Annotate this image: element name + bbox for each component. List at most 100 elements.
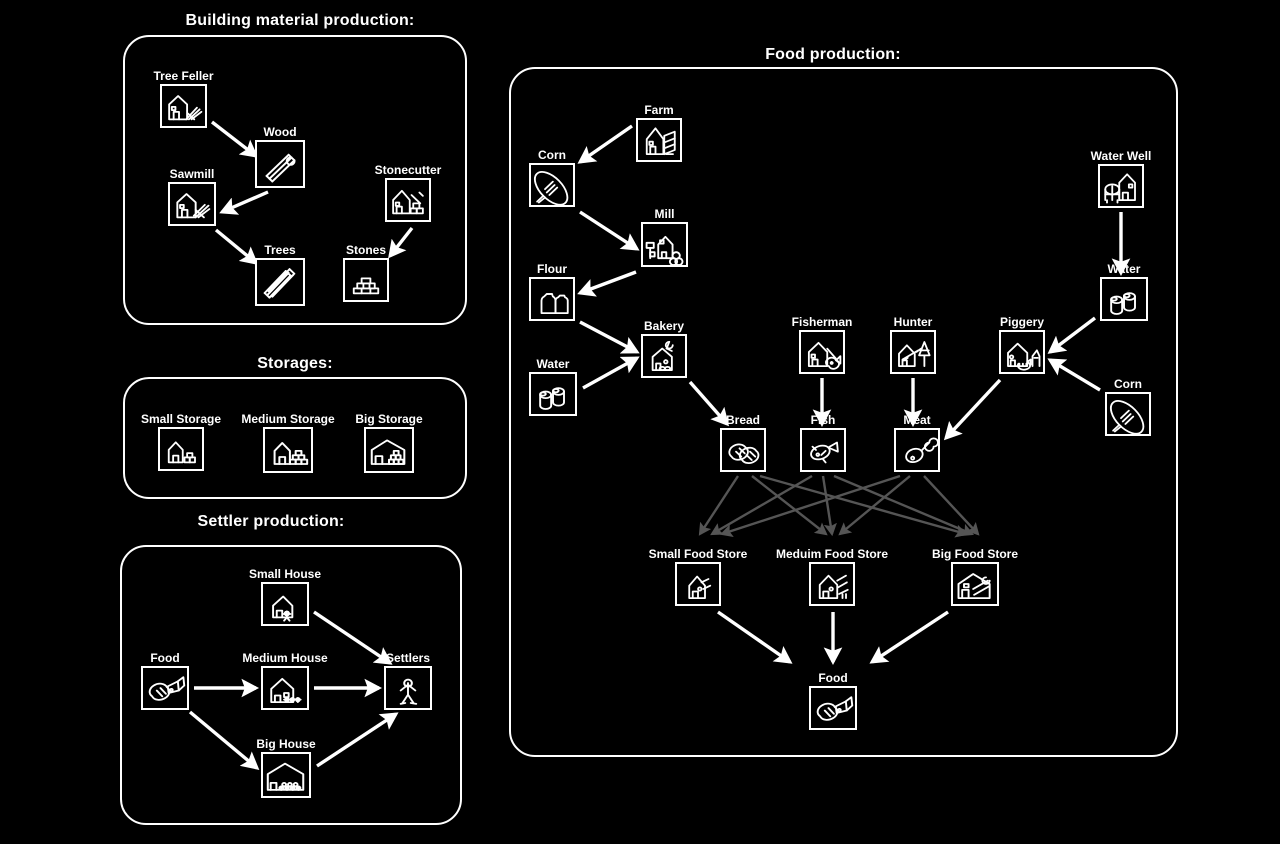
node-medium-storage[interactable]: Medium Storage [241,413,335,473]
node-stonecutter[interactable]: Stonecutter [375,164,441,222]
big-storage-icon [364,427,414,473]
medium-storage-icon [263,427,313,473]
node-fish[interactable]: Fish [800,414,846,472]
node-label-wood: Wood [263,125,297,139]
node-label-tree-feller: Tree Feller [153,69,214,83]
node-settlers[interactable]: Settlers [384,652,432,710]
node-big-house[interactable]: Big House [256,738,316,798]
node-wood[interactable]: Wood [255,126,305,188]
big-house-icon [261,752,311,798]
node-farm[interactable]: Farm [636,104,682,162]
farm-icon [636,118,682,162]
node-label-medium-storage: Medium Storage [241,412,335,426]
node-label-sawmill: Sawmill [169,167,215,181]
tree-feller-icon [160,84,207,128]
node-label-water-right: Water [1107,262,1141,276]
small-food-store-icon [675,562,721,606]
node-big-storage[interactable]: Big Storage [355,413,423,473]
node-water-right[interactable]: Water [1100,263,1148,321]
node-label-medium-food-store: Meduim Food Store [776,547,888,561]
mill-icon [641,222,688,267]
node-label-trees: Trees [264,243,296,257]
node-label-big-house: Big House [256,737,316,751]
corn-icon [529,163,575,207]
node-label-flour: Flour [537,262,567,276]
panel-title-settler-production: Settler production: [197,513,345,530]
flour-icon [529,277,575,321]
node-fisherman[interactable]: Fisherman [792,316,852,374]
medium-house-icon [261,666,309,710]
stones-icon [343,258,389,302]
node-bakery[interactable]: Bakery [641,320,687,378]
node-label-hunter: Hunter [893,315,933,329]
node-label-food-bottom: Food [818,671,848,685]
node-label-bakery: Bakery [643,319,685,333]
node-water-left[interactable]: Water [529,358,577,416]
node-piggery[interactable]: Piggery [999,316,1045,374]
node-corn-right[interactable]: Corn [1105,378,1151,436]
node-label-fisherman: Fisherman [791,315,853,329]
node-label-farm: Farm [644,103,674,117]
node-label-food-settler: Food [150,651,180,665]
piggery-icon [999,330,1045,374]
water-icon [529,372,577,416]
trees-icon [255,258,305,306]
node-food-bottom[interactable]: Food [809,672,857,730]
node-small-food-store[interactable]: Small Food Store [649,548,747,606]
node-stones[interactable]: Stones [343,244,389,302]
node-label-big-food-store: Big Food Store [932,547,1018,561]
node-label-small-food-store: Small Food Store [648,547,748,561]
water-well-icon [1098,164,1144,208]
node-mill[interactable]: Mill [641,208,688,267]
panel-title-building-material-production: Building material production: [185,12,415,29]
food-icon [141,666,189,710]
node-sawmill[interactable]: Sawmill [168,168,216,226]
node-label-small-storage: Small Storage [140,412,222,426]
node-big-food-store[interactable]: Big Food Store [932,548,1018,606]
node-meat[interactable]: Meat [894,414,940,472]
bakery-icon [641,334,687,378]
node-tree-feller[interactable]: Tree Feller [153,70,214,128]
fisherman-icon [799,330,845,374]
node-hunter[interactable]: Hunter [890,316,936,374]
node-label-corn-top: Corn [538,148,566,162]
big-food-store-icon [951,562,999,606]
node-label-corn-right: Corn [1114,377,1142,391]
sawmill-icon [168,182,216,226]
medium-food-store-icon [809,562,855,606]
stonecutter-icon [385,178,431,222]
node-label-settlers: Settlers [385,651,431,665]
node-label-bread: Bread [725,413,761,427]
panel-title-storages: Storages: [257,355,333,372]
node-label-piggery: Piggery [999,315,1045,329]
wood-icon [255,140,305,188]
node-label-big-storage: Big Storage [355,412,423,426]
settlers-icon [384,666,432,710]
hunter-icon [890,330,936,374]
bread-icon [720,428,766,472]
node-label-small-house: Small House [248,567,322,581]
node-label-stonecutter: Stonecutter [374,163,442,177]
node-medium-house[interactable]: Medium House [242,652,328,710]
fish-icon [800,428,846,472]
node-food-settler[interactable]: Food [141,652,189,710]
node-label-medium-house: Medium House [242,651,328,665]
node-bread[interactable]: Bread [720,414,766,472]
node-water-well[interactable]: Water Well [1091,150,1151,208]
node-label-meat: Meat [903,413,931,427]
corn-icon [1105,392,1151,436]
small-house-icon [261,582,309,626]
node-label-water-left: Water [536,357,570,371]
node-medium-food-store[interactable]: Meduim Food Store [776,548,888,606]
node-trees[interactable]: Trees [255,244,305,306]
node-small-house[interactable]: Small House [249,568,321,626]
diagram-canvas: Building material production: Storages: Se… [0,0,1280,844]
node-small-storage[interactable]: Small Storage [141,413,221,471]
panel-title-food-production: Food production: [765,46,901,63]
node-flour[interactable]: Flour [529,263,575,321]
panel-food-production [509,67,1178,757]
small-storage-icon [158,427,204,471]
node-label-water-well: Water Well [1090,149,1152,163]
food-icon [809,686,857,730]
node-corn-top[interactable]: Corn [529,149,575,207]
